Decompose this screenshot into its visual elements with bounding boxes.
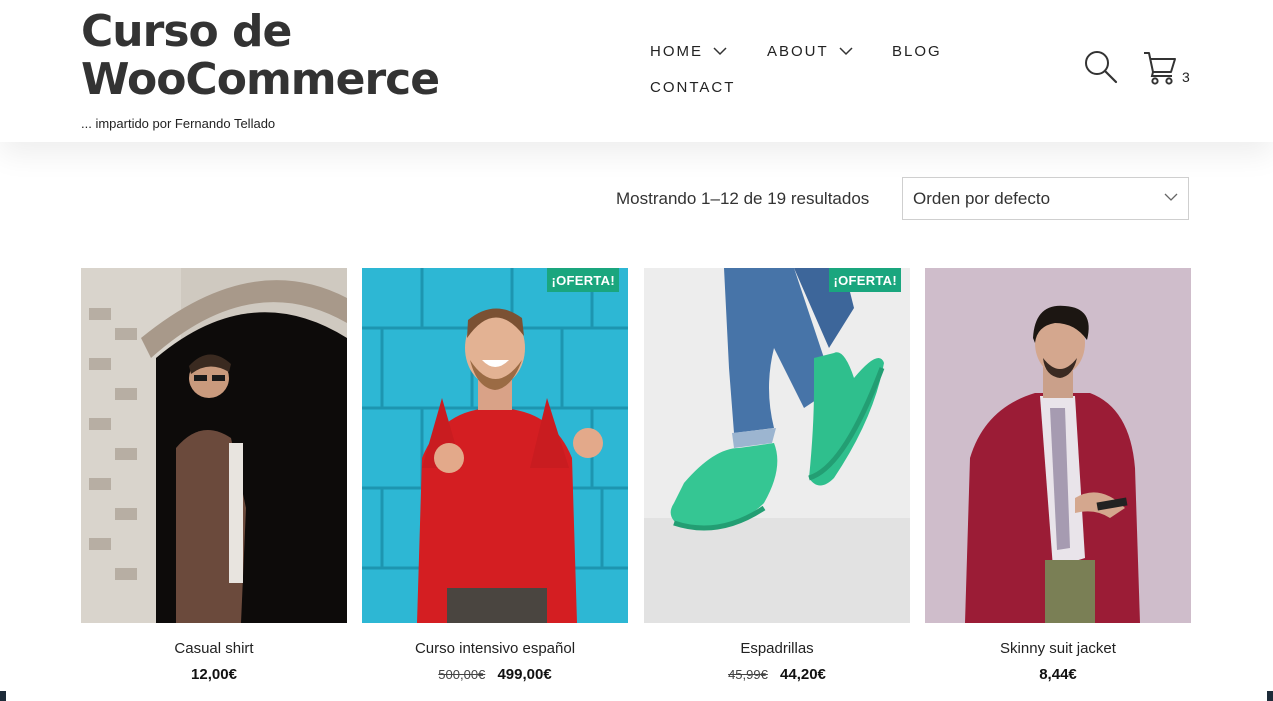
product-name[interactable]: Curso intensivo español — [362, 640, 628, 657]
product-price: 45,99€ 44,20€ — [644, 666, 910, 683]
sale-badge: ¡OFERTA! — [547, 268, 619, 292]
product-price: 500,00€ 499,00€ — [362, 666, 628, 683]
chevron-down-icon — [1164, 193, 1178, 201]
product-current-price: 44,20€ — [780, 666, 826, 683]
nav-item-label: BLOG — [892, 43, 942, 60]
window-corner — [1267, 691, 1273, 701]
chevron-down-icon — [713, 47, 727, 56]
nav-item-contact[interactable]: CONTACT — [650, 79, 735, 96]
nav-item-blog[interactable]: BLOG — [892, 43, 942, 60]
product-image[interactable] — [81, 268, 347, 623]
product-card: ¡OFERTA! Espadrillas 45,99€ 44,20€ — [644, 268, 910, 683]
product-card: Skinny suit jacket 8,44€ — [925, 268, 1191, 683]
product-card: ¡OFERTA! Curso intensivo español 500,00€… — [362, 268, 628, 683]
site-header: Curso de WooCommerce ... impartido por F… — [0, 0, 1273, 142]
cart-button[interactable] — [1142, 50, 1178, 86]
product-old-price: 45,99€ — [728, 667, 768, 682]
search-button[interactable] — [1084, 50, 1118, 84]
window-corner — [0, 691, 6, 701]
product-name[interactable]: Casual shirt — [81, 640, 347, 657]
nav-item-about[interactable]: ABOUT — [767, 43, 853, 60]
product-current-price: 499,00€ — [497, 666, 552, 683]
cart-icon — [1144, 52, 1176, 85]
product-current-price: 8,44€ — [1039, 666, 1077, 683]
nav-item-label: ABOUT — [767, 43, 829, 60]
nav-item-label: CONTACT — [650, 79, 736, 96]
product-card: Casual shirt 12,00€ — [81, 268, 347, 683]
cart-count-badge: 3 — [1182, 69, 1190, 85]
site-tagline: ... impartido por Fernando Tellado — [81, 116, 276, 131]
nav-item-label: HOME — [650, 43, 703, 60]
product-price: 12,00€ — [81, 666, 347, 683]
product-image[interactable] — [925, 268, 1191, 623]
product-current-price: 12,00€ — [191, 666, 237, 683]
sale-badge: ¡OFERTA! — [829, 268, 901, 292]
sort-select[interactable]: Orden por defecto — [902, 177, 1189, 220]
product-image[interactable]: ¡OFERTA! — [362, 268, 628, 623]
chevron-down-icon — [839, 47, 853, 56]
nav-item-home[interactable]: HOME — [650, 43, 727, 60]
product-image[interactable]: ¡OFERTA! — [644, 268, 910, 623]
product-old-price: 500,00€ — [438, 667, 486, 682]
product-price: 8,44€ — [925, 666, 1191, 683]
sort-select-value: Orden por defecto — [913, 188, 1051, 208]
result-count: Mostrando 1–12 de 19 resultados — [616, 189, 870, 208]
site-title[interactable]: Curso de WooCommerce — [81, 8, 481, 104]
product-name[interactable]: Espadrillas — [644, 640, 910, 657]
search-icon — [1085, 51, 1118, 84]
product-name[interactable]: Skinny suit jacket — [925, 640, 1191, 657]
